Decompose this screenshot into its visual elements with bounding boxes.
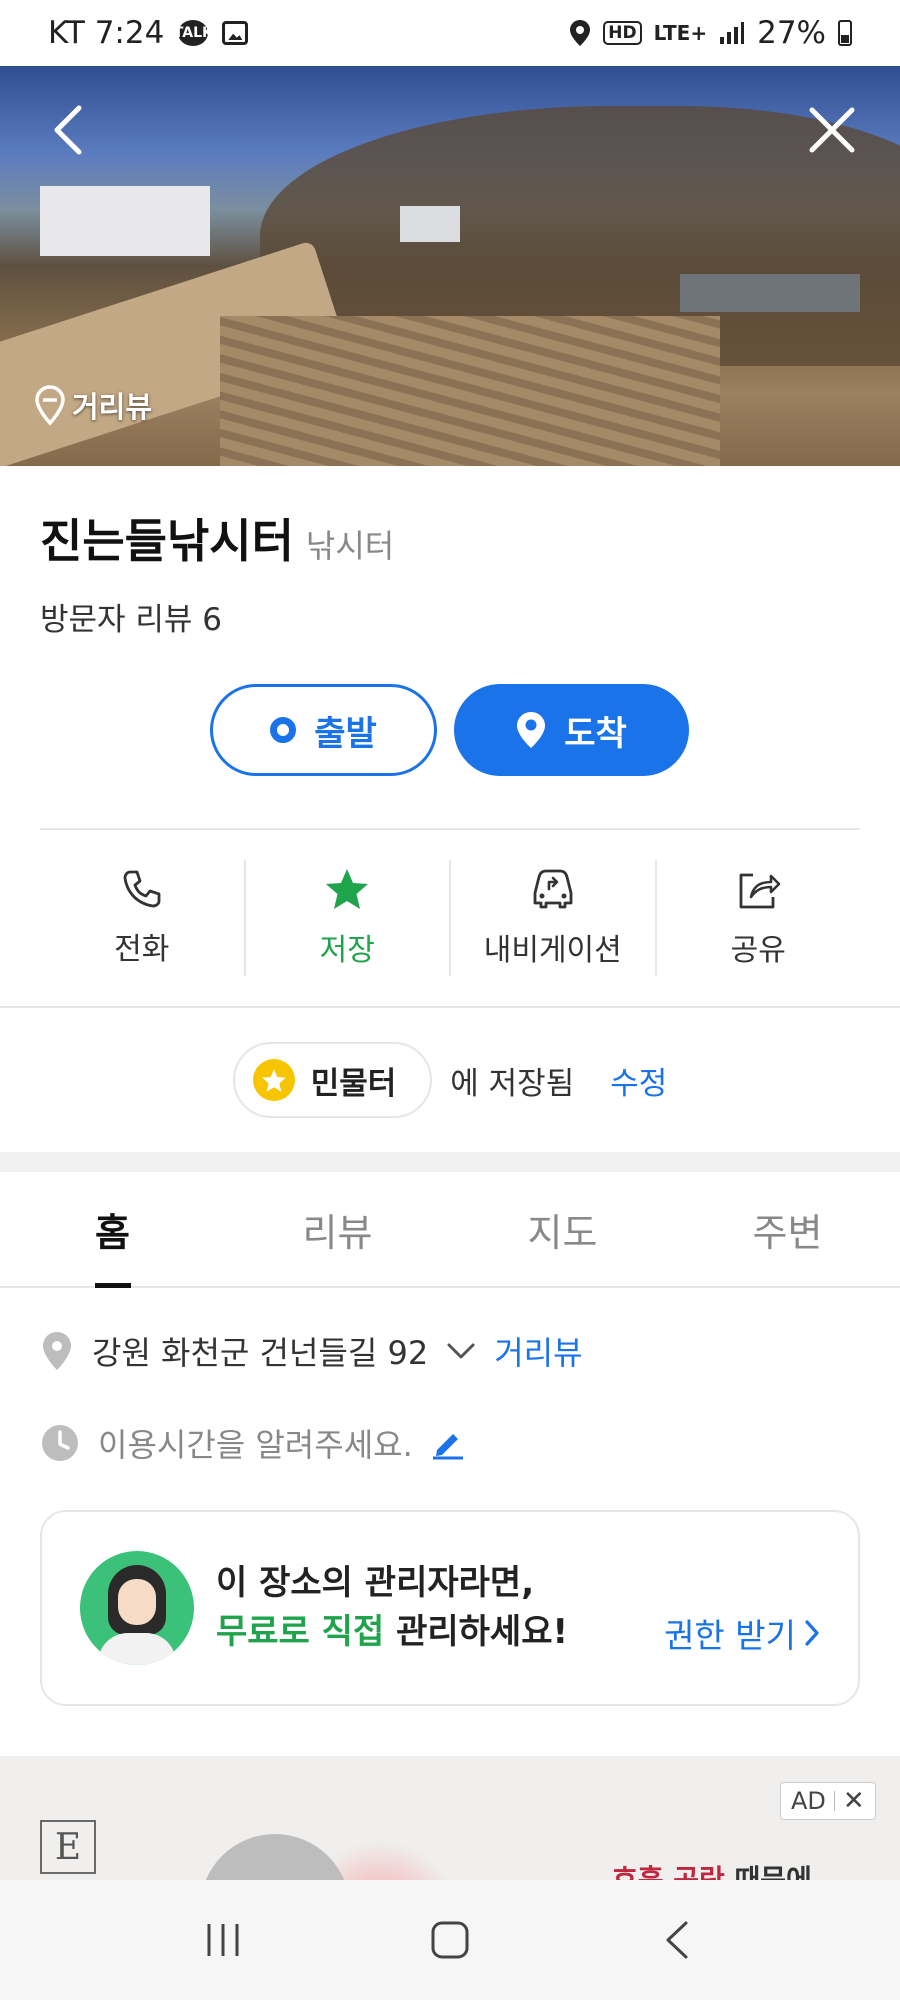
ad-label: AD (791, 1787, 826, 1815)
edit-saved-link[interactable]: 수정 (610, 1058, 667, 1103)
home-icon (431, 1921, 469, 1959)
saved-folder-row: 민물터 에 저장됨 수정 (0, 1042, 900, 1118)
ad-headline: 호흡 곤란 때문에 (612, 1858, 812, 1880)
hero-field (220, 316, 720, 466)
signal-icon (720, 22, 745, 44)
street-view-link[interactable]: 거리뷰 (494, 1328, 582, 1374)
map-pin-icon (517, 712, 546, 748)
battery-icon (838, 20, 852, 46)
carrier-time: KT 7:24 (48, 15, 165, 51)
origin-dot-icon (270, 717, 297, 743)
ad-headline-highlight: 호흡 곤란 (612, 1863, 725, 1880)
phone-icon (123, 870, 161, 908)
status-bar: KT 7:24 TALK HD LTE+ 27% (0, 0, 900, 66)
location-pin-icon (43, 1332, 71, 1370)
tab-home[interactable]: 홈 (0, 1172, 225, 1286)
claim-permission-link[interactable]: 권한 받기 (664, 1609, 820, 1657)
tab-map[interactable]: 지도 (450, 1172, 675, 1286)
address-row: 강원 화천군 건넌들길 92 거리뷰 (40, 1328, 583, 1374)
divider (40, 828, 860, 830)
call-button[interactable]: 전화 (40, 860, 246, 976)
divider (0, 1006, 900, 1008)
back-button[interactable] (38, 100, 98, 160)
recent-apps-icon (207, 1924, 239, 1956)
clock-icon (42, 1425, 78, 1461)
ad-badge: AD ✕ (780, 1782, 876, 1820)
map-pin-outline-icon (35, 385, 65, 426)
arrive-label: 도착 (564, 713, 627, 754)
chevron-left-icon (666, 1921, 688, 1959)
section-separator (0, 1152, 900, 1172)
save-button[interactable]: 저장 (246, 860, 451, 976)
ad-headline-rest: 때문에 (724, 1863, 812, 1880)
start-label: 출발 (314, 713, 377, 754)
system-nav-bar (0, 1880, 900, 2000)
kakaotalk-icon: TALK (174, 20, 213, 46)
street-view-button[interactable]: 거리뷰 (34, 384, 152, 426)
car-icon (533, 869, 573, 909)
system-back-button[interactable] (632, 1905, 722, 1975)
place-category: 낚시터 (305, 527, 395, 565)
ad-banner[interactable]: E 호흡 곤란 때문에 AD ✕ (0, 1756, 900, 1880)
pencil-icon[interactable] (431, 1426, 465, 1460)
navigation-button[interactable]: 내비게이션 (451, 860, 657, 976)
share-button[interactable]: 공유 (657, 860, 861, 976)
hd-icon: HD (603, 21, 642, 45)
folder-star-icon (252, 1059, 295, 1101)
save-label: 저장 (319, 933, 375, 968)
saved-folder-chip[interactable]: 민물터 (232, 1042, 433, 1118)
visitor-reviews-link[interactable]: 방문자 리뷰 6 (40, 594, 222, 639)
chevron-right-icon (805, 1620, 819, 1646)
owner-claim-text: 이 장소의 관리자라면, 무료로 직접 관리하세요! (216, 1559, 568, 1658)
owner-claim-line2: 관리하세요! (384, 1612, 568, 1652)
location-icon (570, 20, 591, 46)
address-text[interactable]: 강원 화천군 건넌들길 92 (92, 1328, 428, 1374)
saved-folder-name: 민물터 (310, 1065, 397, 1102)
claim-permission-label: 권한 받기 (664, 1616, 796, 1655)
arrive-route-button[interactable]: 도착 (454, 684, 689, 776)
hours-hint-text[interactable]: 이용시간을 알려주세요. (98, 1420, 413, 1466)
owner-claim-highlight: 무료로 직접 (216, 1612, 385, 1652)
owner-claim-card: 이 장소의 관리자라면, 무료로 직접 관리하세요! 권한 받기 (40, 1510, 860, 1706)
ad-brand-logo: E (40, 1820, 96, 1874)
street-view-label: 거리뷰 (72, 390, 153, 424)
chevron-left-icon (54, 105, 82, 155)
close-icon (809, 107, 855, 153)
owner-avatar-illustration (80, 1551, 194, 1665)
place-name: 진는들낚시터 (40, 514, 294, 568)
place-header: 진는들낚시터 낚시터 (40, 505, 394, 571)
share-icon (739, 873, 781, 909)
hero-house (40, 186, 210, 256)
hours-row: 이용시간을 알려주세요. (40, 1420, 465, 1466)
navigation-label: 내비게이션 (483, 933, 622, 968)
tab-nearby[interactable]: 주변 (675, 1172, 900, 1286)
tab-bar: 홈 리뷰 지도 주변 (0, 1172, 900, 1288)
tab-reviews[interactable]: 리뷰 (225, 1172, 450, 1286)
street-view-image[interactable]: 거리뷰 (0, 66, 900, 466)
hero-house (400, 206, 460, 242)
chevron-down-icon[interactable] (446, 1342, 476, 1360)
gallery-icon (222, 21, 249, 45)
home-button[interactable] (405, 1905, 495, 1975)
ad-illustration (200, 1834, 350, 1880)
star-icon (326, 869, 369, 909)
action-bar: 전화 저장 내비게이션 공유 (40, 860, 860, 976)
share-label: 공유 (730, 933, 786, 968)
call-label: 전화 (114, 932, 170, 967)
hero-shed (680, 274, 860, 312)
close-button[interactable] (802, 100, 862, 160)
lte-icon: LTE+ (653, 21, 708, 45)
start-route-button[interactable]: 출발 (210, 684, 437, 776)
recent-apps-button[interactable] (178, 1905, 268, 1975)
battery-percent: 27% (757, 15, 826, 51)
ad-close-icon[interactable]: ✕ (843, 1786, 865, 1816)
owner-claim-line1: 이 장소의 관리자라면, (216, 1562, 535, 1603)
saved-status-text: 에 저장됨 (450, 1065, 575, 1102)
